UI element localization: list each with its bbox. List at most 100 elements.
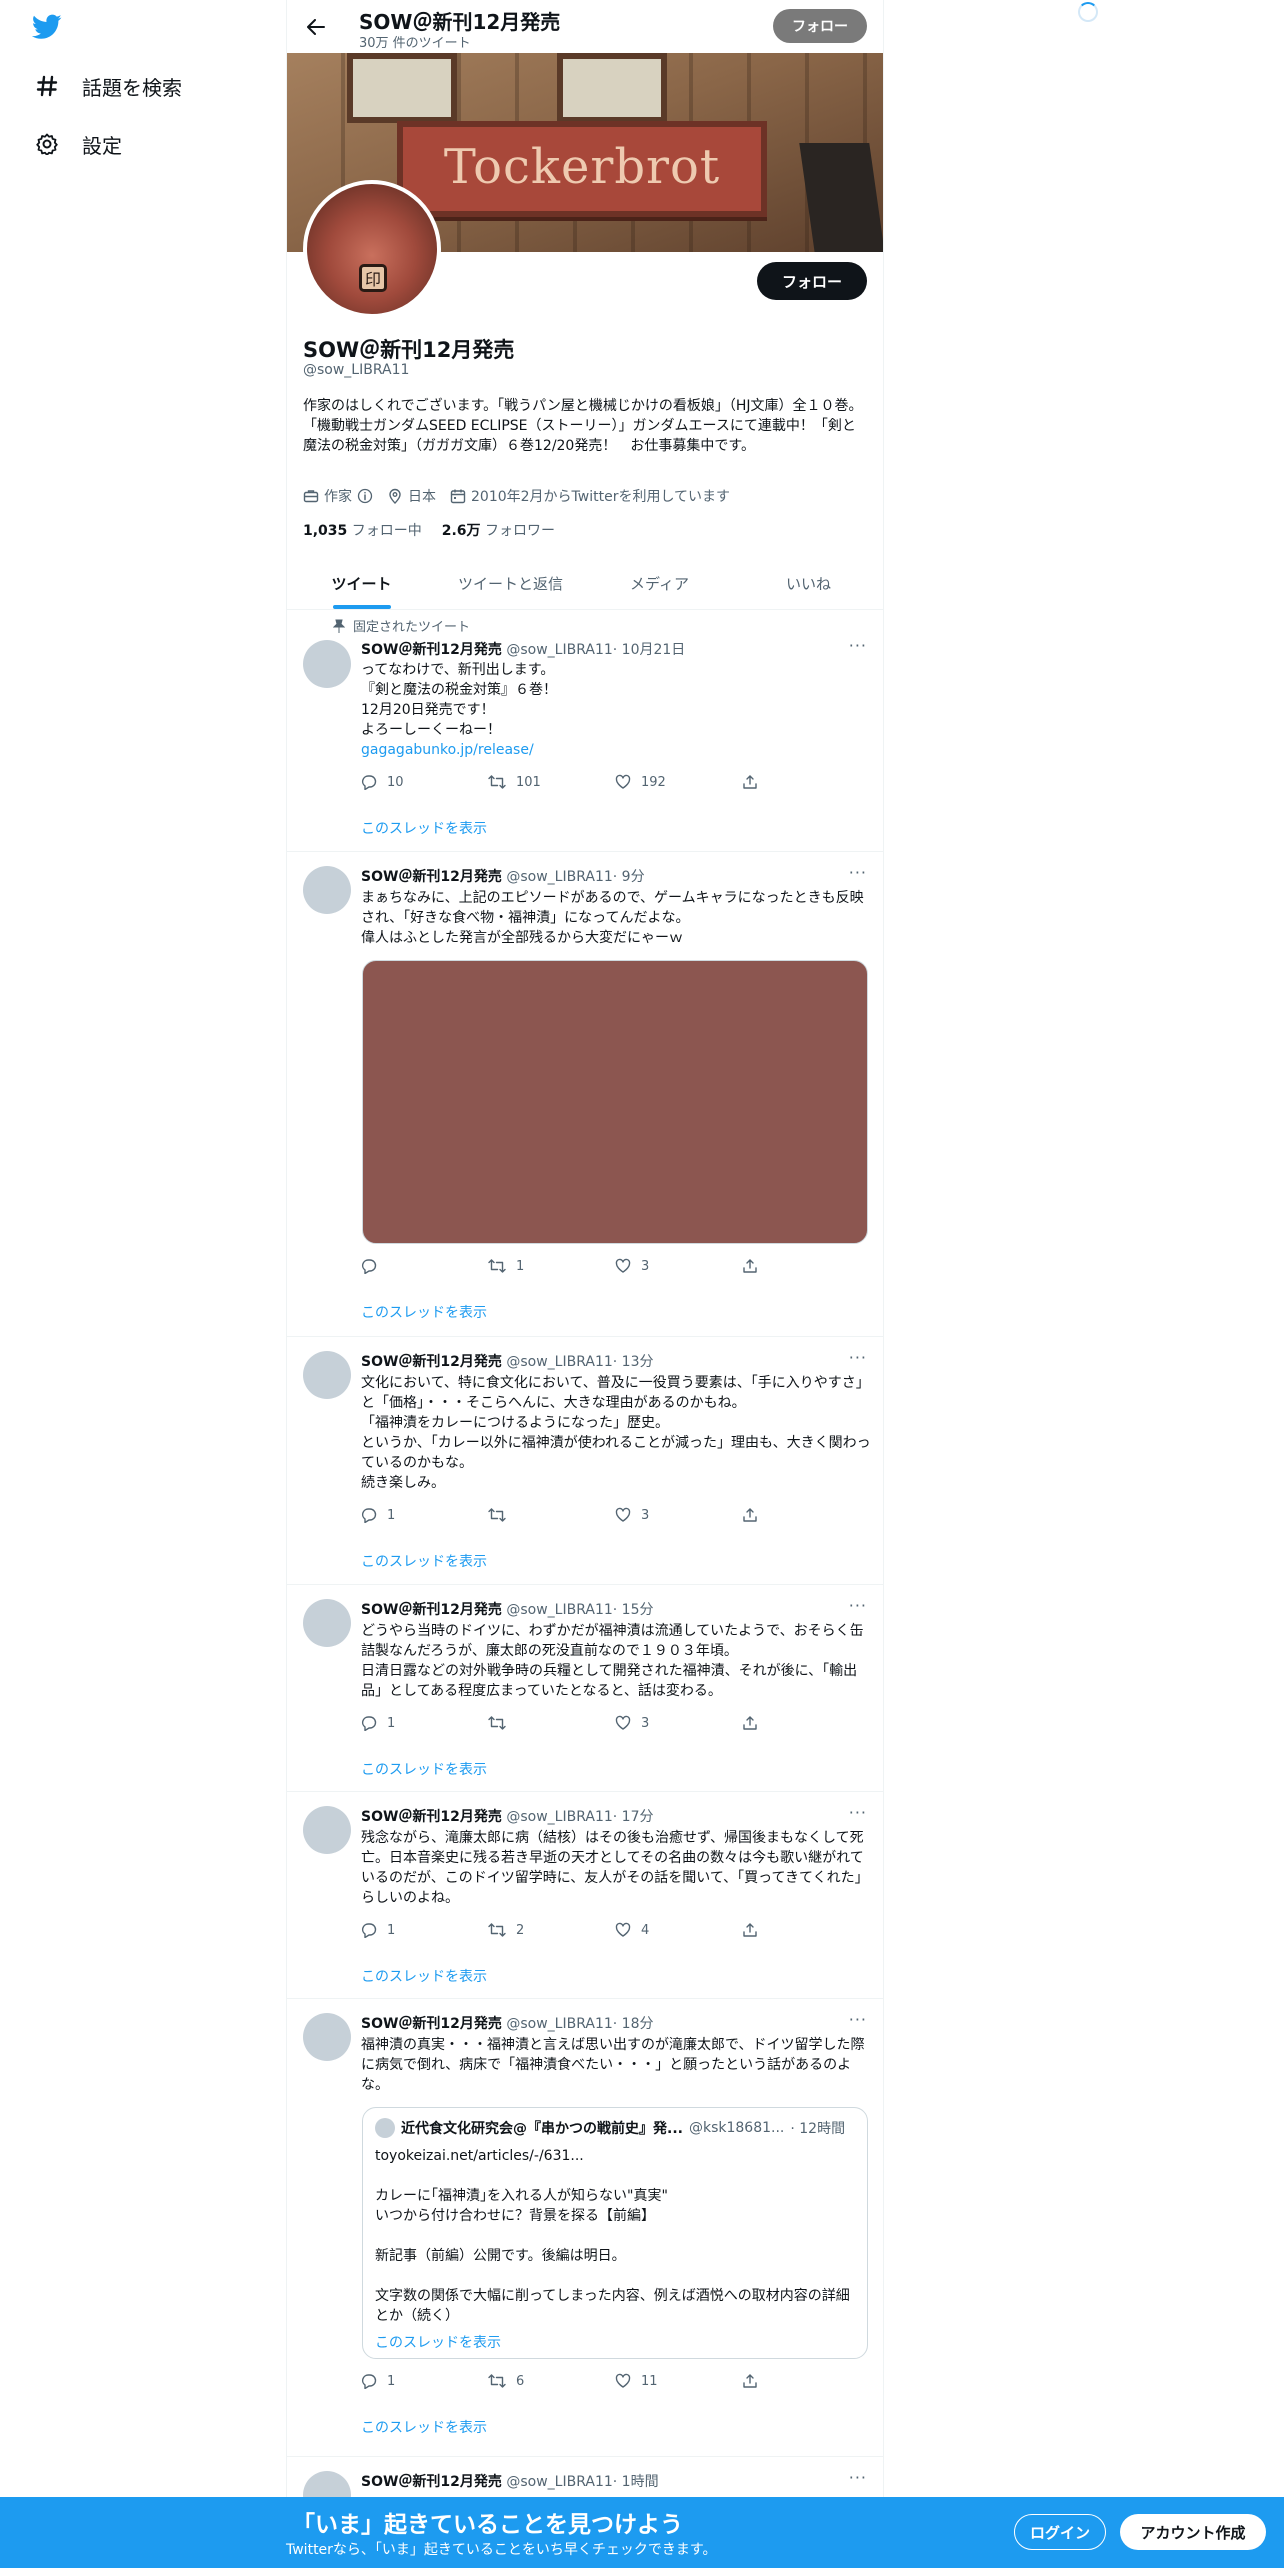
- reply-button[interactable]: 1: [361, 1507, 488, 1523]
- share-button[interactable]: [742, 1258, 781, 1274]
- retweet-button[interactable]: [488, 1715, 615, 1731]
- tweet-text: どうやら当時のドイツに、わずかだが福神漬は流通していたようで、おそらく缶詰製なん…: [361, 1623, 864, 1699]
- quoted-tweet[interactable]: 近代食文化研究会@『串かつの戦前史』発... @ksk18681... · 12…: [362, 2107, 868, 2359]
- tweet-item[interactable]: SOW＠新刊12月発売 @sow_LIBRA11· 15分 ··· どうやら当時…: [287, 1585, 883, 1792]
- sidebar-item-label: 話題を検索: [82, 75, 182, 100]
- tab-media[interactable]: メディア: [585, 557, 734, 609]
- tweet-item[interactable]: SOW＠新刊12月発売 @sow_LIBRA11· 18分 ··· 福神漬の真実…: [287, 1999, 883, 2457]
- more-options-icon[interactable]: ···: [849, 636, 867, 655]
- calendar-icon: [450, 489, 466, 504]
- heart-icon: [615, 774, 631, 789]
- share-button[interactable]: [742, 1922, 781, 1938]
- heart-icon: [615, 1922, 631, 1937]
- retweet-icon: [488, 1923, 506, 1937]
- reply-button[interactable]: 10: [361, 774, 488, 790]
- share-button[interactable]: [742, 1507, 781, 1523]
- like-button[interactable]: 11: [615, 2373, 742, 2389]
- sidebar-item-settings[interactable]: 設定: [34, 124, 122, 164]
- retweet-button[interactable]: [488, 1507, 615, 1523]
- like-button[interactable]: 3: [615, 1258, 742, 1274]
- profile-column: SOW＠新刊12月発売 30万 件のツイート フォロー Tockerbrot 印…: [286, 0, 884, 2568]
- twitter-logo-icon[interactable]: [31, 14, 62, 42]
- retweet-button[interactable]: 101: [488, 774, 615, 790]
- tweet-pinned[interactable]: 固定されたツイート SOW＠新刊12月発売 @sow_LIBRA11· 10月2…: [287, 610, 883, 852]
- profile-location: 日本: [387, 486, 436, 506]
- more-options-icon[interactable]: ···: [849, 863, 867, 882]
- retweet-icon: [488, 775, 506, 789]
- tab-tweets[interactable]: ツイート: [287, 557, 436, 609]
- show-thread-link[interactable]: このスレッドを表示: [361, 1759, 487, 1779]
- reply-button[interactable]: 1: [361, 1922, 488, 1938]
- login-button[interactable]: ログイン: [1014, 2514, 1106, 2550]
- reply-icon: [361, 1259, 377, 1274]
- tweet-item[interactable]: SOW＠新刊12月発売 @sow_LIBRA11· 13分 ··· 文化において…: [287, 1337, 883, 1585]
- profile-follow-button[interactable]: フォロー: [757, 262, 867, 300]
- header-follow-button[interactable]: フォロー: [773, 9, 867, 43]
- gear-icon: [34, 131, 60, 157]
- banner-window: [557, 53, 667, 123]
- tweet-item[interactable]: SOW＠新刊12月発売 @sow_LIBRA11· 9分 ··· まぁちなみに、…: [287, 852, 883, 1337]
- show-thread-link[interactable]: このスレッドを表示: [361, 1551, 487, 1571]
- tweet-avatar[interactable]: [303, 640, 351, 688]
- reply-button[interactable]: 1: [361, 1715, 488, 1731]
- show-thread-link[interactable]: このスレッドを表示: [361, 1966, 487, 1986]
- tweet-link[interactable]: gagagabunko.jp/release/: [361, 740, 871, 760]
- more-options-icon[interactable]: ···: [849, 1596, 867, 1615]
- tweet-header: SOW＠新刊12月発売 @sow_LIBRA11· 1時間: [361, 2474, 659, 2490]
- tweet-header: SOW＠新刊12月発売 @sow_LIBRA11· 13分: [361, 1354, 654, 1370]
- more-options-icon[interactable]: ···: [849, 2010, 867, 2029]
- reply-icon: [361, 2374, 377, 2389]
- share-button[interactable]: [742, 1715, 781, 1731]
- tab-tweets-and-replies[interactable]: ツイートと返信: [436, 557, 585, 609]
- like-button[interactable]: 192: [615, 774, 742, 790]
- retweet-button[interactable]: 1: [488, 1258, 615, 1274]
- following-link[interactable]: 1,035 フォロー中: [303, 520, 422, 540]
- heart-icon: [615, 1507, 631, 1522]
- retweet-button[interactable]: 2: [488, 1922, 615, 1938]
- tweet-avatar[interactable]: [303, 1351, 351, 1399]
- tweet-avatar[interactable]: [303, 866, 351, 914]
- like-button[interactable]: 3: [615, 1507, 742, 1523]
- tweet-item[interactable]: SOW＠新刊12月発売 @sow_LIBRA11· 17分 ··· 残念ながら、…: [287, 1792, 883, 1999]
- create-account-button[interactable]: アカウント作成: [1120, 2514, 1266, 2550]
- retweet-icon: [488, 1716, 506, 1730]
- hashtag-icon: [34, 73, 60, 99]
- tweet-header: SOW＠新刊12月発売 @sow_LIBRA11· 9分: [361, 869, 645, 885]
- like-button[interactable]: 4: [615, 1922, 742, 1938]
- retweet-icon: [488, 2374, 506, 2388]
- tweet-text: ってなわけで、新刊出します。 『剣と魔法の税金対策』６巻！ 12月20日発売です…: [361, 662, 557, 738]
- tweet-avatar[interactable]: [303, 2013, 351, 2061]
- more-options-icon[interactable]: ···: [849, 2468, 867, 2487]
- share-icon: [743, 1259, 757, 1273]
- like-button[interactable]: 3: [615, 1715, 742, 1731]
- heart-icon: [615, 1715, 631, 1730]
- tweet-avatar[interactable]: [303, 1599, 351, 1647]
- show-thread-link[interactable]: このスレッドを表示: [361, 1302, 487, 1322]
- heart-icon: [615, 2373, 631, 2388]
- show-thread-link[interactable]: このスレッドを表示: [361, 818, 487, 838]
- tab-likes[interactable]: いいね: [734, 557, 883, 609]
- header-title: SOW＠新刊12月発売: [359, 10, 561, 34]
- followers-link[interactable]: 2.6万 フォロワー: [442, 520, 555, 540]
- banner-window: [347, 53, 457, 123]
- tweet-avatar[interactable]: [303, 1806, 351, 1854]
- tweet-image[interactable]: [362, 960, 868, 1244]
- avatar-stamp-icon: 印: [359, 264, 387, 292]
- show-thread-link[interactable]: このスレッドを表示: [361, 2417, 487, 2437]
- share-icon: [743, 2374, 757, 2388]
- share-button[interactable]: [742, 774, 781, 790]
- retweet-button[interactable]: 6: [488, 2373, 615, 2389]
- more-options-icon[interactable]: ···: [849, 1803, 867, 1822]
- share-button[interactable]: [742, 2373, 781, 2389]
- sidebar: 話題を検索 設定: [0, 0, 286, 2568]
- signup-banner-subtitle: Twitterなら、「いま」起きていることをいち早くチェックできます。: [286, 2542, 717, 2558]
- reply-button[interactable]: 1: [361, 2373, 488, 2389]
- profile-handle: @sow_LIBRA11: [303, 362, 410, 378]
- back-arrow-icon[interactable]: [301, 12, 331, 42]
- profile-avatar[interactable]: 印: [303, 180, 441, 318]
- reply-button[interactable]: [361, 1258, 488, 1274]
- quoted-show-thread-link[interactable]: このスレッドを表示: [375, 2332, 501, 2352]
- more-options-icon[interactable]: ···: [849, 1348, 867, 1367]
- sidebar-item-explore[interactable]: 話題を検索: [34, 66, 182, 106]
- share-icon: [743, 1716, 757, 1730]
